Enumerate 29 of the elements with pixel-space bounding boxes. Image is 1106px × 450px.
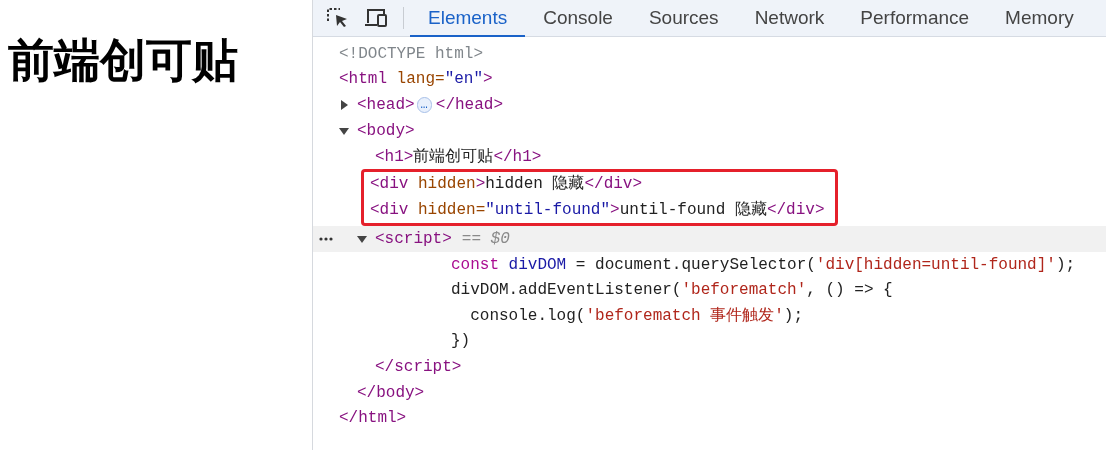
panel-tab[interactable]: Sources <box>630 0 737 37</box>
code-line: <body> <box>357 121 415 140</box>
code-line: <script> <box>375 229 452 248</box>
code-line: <!DOCTYPE html> <box>339 44 484 63</box>
code-line: </body> <box>357 383 425 402</box>
panel-tab[interactable]: Console <box>525 0 631 37</box>
code-line: </html> <box>339 409 407 428</box>
code-line: divDOM.addEventListener('beforematch', () => { <box>451 281 893 300</box>
code-line: </script> <box>375 357 462 376</box>
code-line: }) <box>451 332 471 351</box>
panel-tab[interactable]: Network <box>736 0 843 37</box>
collapsed-triangle-icon[interactable] <box>339 100 349 110</box>
ellipsis-badge[interactable]: … <box>416 97 432 113</box>
code-line: const divDOM = document.querySelector('div[hidden=until-found]'); <box>451 255 1076 274</box>
code-line: <div hidden>hidden 隐藏</div> <box>370 174 643 193</box>
panel-tab[interactable]: Memory <box>987 0 1092 37</box>
panel-tab[interactable]: Elements <box>410 0 526 37</box>
code-line: <h1>前端创可贴</h1> <box>375 146 542 167</box>
panel-tab[interactable]: Performance <box>842 0 988 37</box>
code-line: <head> <box>357 96 415 114</box>
expanded-triangle-icon[interactable] <box>339 125 349 136</box>
code-line: <div hidden="until-found">until-found 隐藏</div> <box>370 200 825 219</box>
code-line: </head> <box>435 96 504 114</box>
expanded-triangle-icon[interactable] <box>357 233 367 244</box>
code-line: console.log('beforematch 事件触发'); <box>469 306 804 327</box>
selected-marker: == $0 <box>461 229 510 248</box>
more-icon[interactable] <box>319 237 333 242</box>
code-line: <html lang="en"> <box>339 70 493 89</box>
page-heading: 前端创可贴 <box>8 33 239 89</box>
